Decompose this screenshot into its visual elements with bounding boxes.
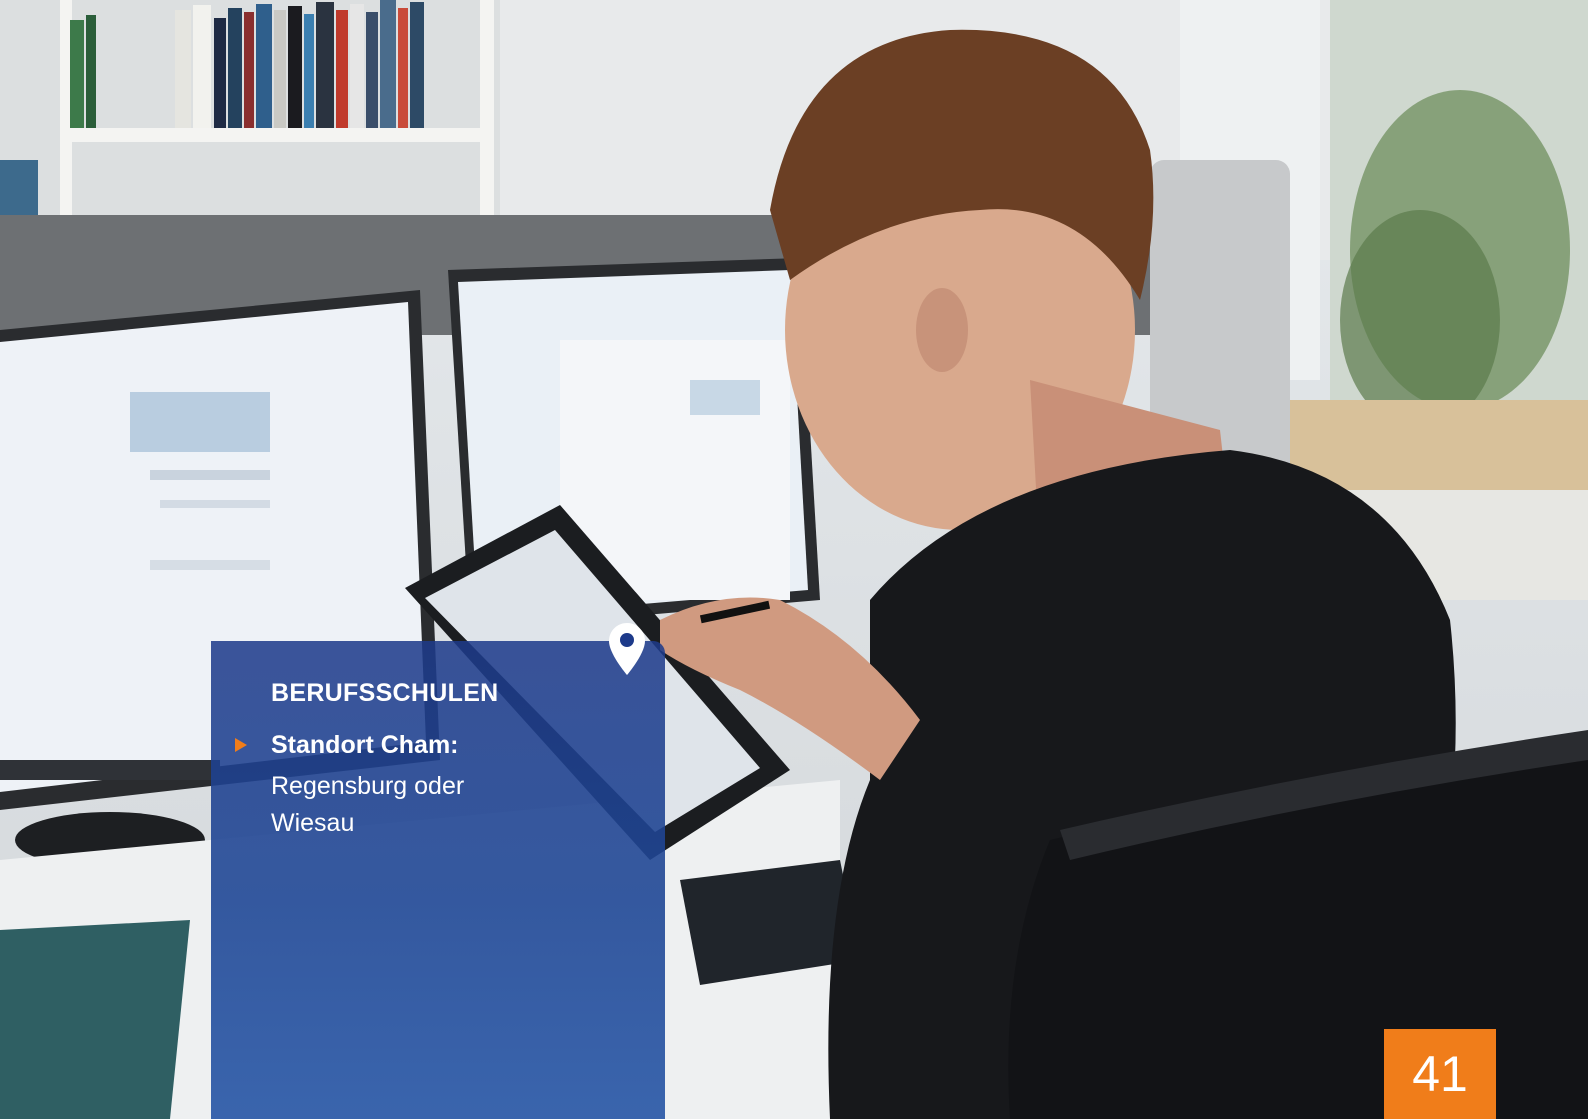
location-pin-icon xyxy=(609,623,645,675)
info-panel: BERUFSSCHULEN Standort Cham: Regensburg … xyxy=(211,623,665,1119)
section-heading: BERUFSSCHULEN xyxy=(271,679,499,707)
location-text: Regensburg oder Wiesau xyxy=(271,772,465,837)
location-label: Standort Cham: xyxy=(271,731,459,759)
play-triangle-icon xyxy=(235,738,247,752)
page-number: 41 xyxy=(1384,1029,1496,1119)
